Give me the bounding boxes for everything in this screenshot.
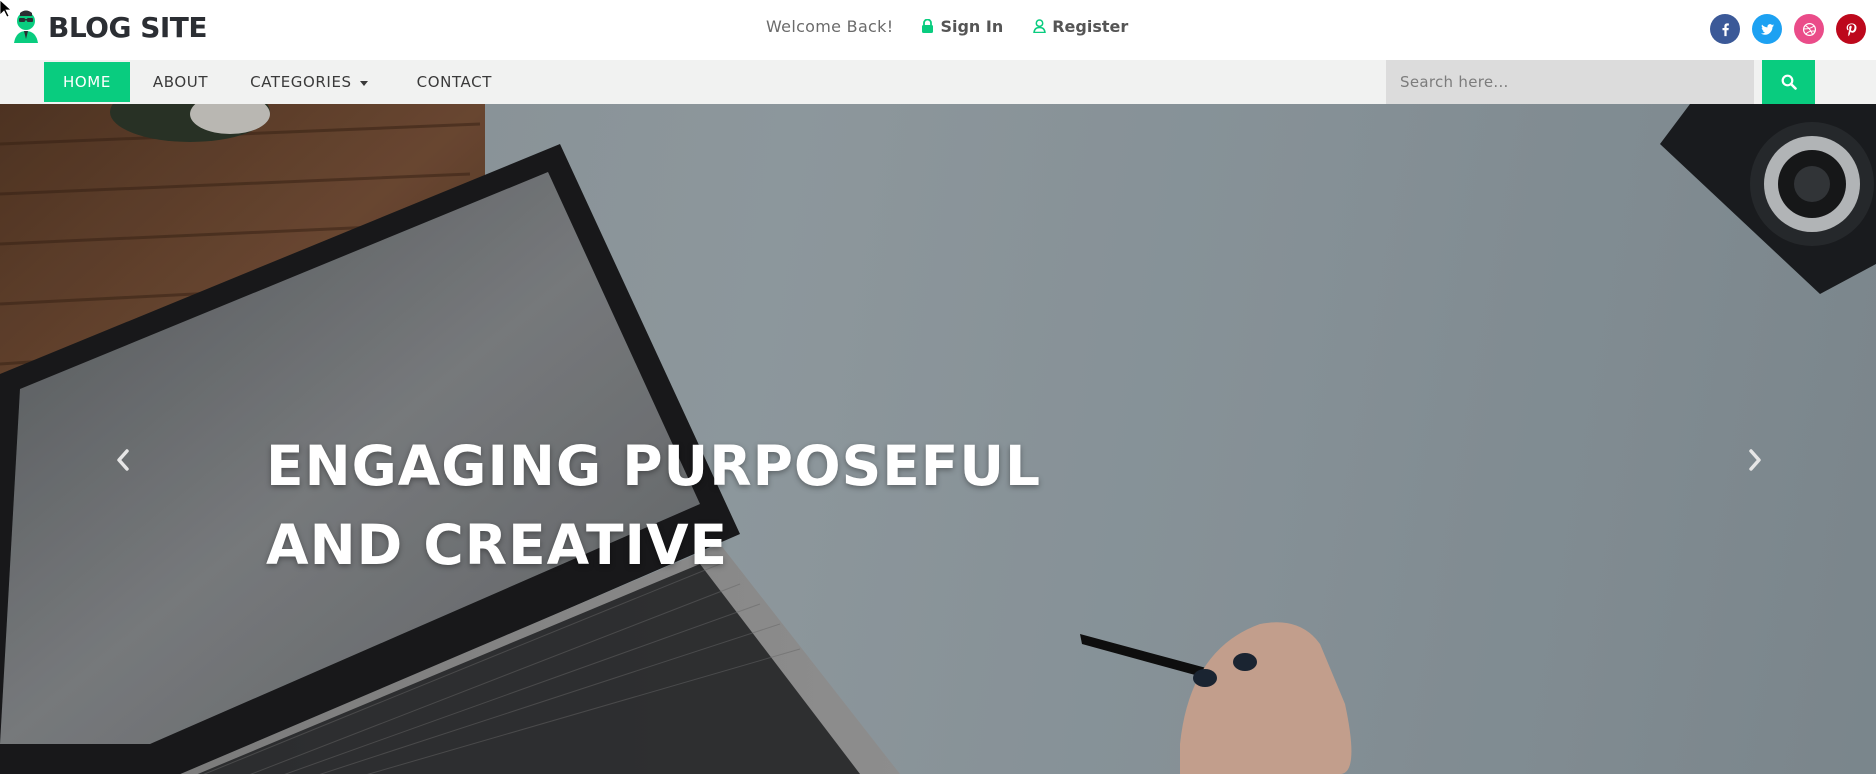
sign-in-link[interactable]: Sign In (921, 17, 1003, 36)
welcome-text: Welcome Back! (766, 16, 894, 36)
nav-menu: HOME ABOUT CATEGORIES CONTACT (44, 62, 511, 102)
register-link[interactable]: Register (1033, 17, 1128, 36)
top-header: BLOG SITE Welcome Back! Sign In Register (0, 0, 1876, 60)
site-logo-link[interactable]: BLOG SITE (10, 7, 208, 47)
nav-item-about[interactable]: ABOUT (134, 62, 227, 102)
mouse-cursor-icon (0, 0, 12, 18)
dribbble-link[interactable] (1794, 14, 1824, 44)
auth-links: Welcome Back! Sign In Register (766, 14, 1128, 38)
hero-title-line-1: ENGAGING PURPOSEFUL (266, 434, 1042, 498)
chevron-right-icon (1749, 449, 1761, 471)
twitter-icon (1760, 23, 1774, 35)
twitter-link[interactable] (1752, 14, 1782, 44)
pinterest-link[interactable] (1836, 14, 1866, 44)
nav-item-categories[interactable]: CATEGORIES (231, 62, 392, 102)
site-name: BLOG SITE (48, 10, 208, 44)
social-links (1710, 14, 1866, 44)
register-label: Register (1052, 16, 1129, 36)
nav-item-contact[interactable]: CONTACT (398, 62, 511, 102)
user-icon (1033, 19, 1047, 33)
pinterest-icon (1846, 22, 1856, 36)
search-input[interactable] (1386, 60, 1754, 104)
nav-item-categories-label: CATEGORIES (250, 73, 352, 91)
hero-title-line-2: AND CREATIVE (266, 513, 729, 577)
sign-in-label: Sign In (940, 16, 1004, 36)
dribbble-icon (1802, 22, 1816, 36)
facebook-icon (1722, 22, 1729, 36)
hero-carousel: ENGAGING PURPOSEFUL AND CREATIVE (0, 104, 1876, 774)
blogger-logo-icon (14, 10, 38, 43)
search-button[interactable] (1762, 60, 1815, 104)
search-form (1386, 60, 1815, 104)
search-icon (1781, 74, 1797, 90)
hero-title: ENGAGING PURPOSEFUL AND CREATIVE (266, 427, 1166, 585)
carousel-prev-button[interactable] (103, 440, 143, 480)
main-navbar: HOME ABOUT CATEGORIES CONTACT (0, 60, 1876, 104)
caret-down-icon (359, 80, 368, 86)
lock-icon (922, 19, 934, 33)
facebook-link[interactable] (1710, 14, 1740, 44)
carousel-next-button[interactable] (1735, 440, 1775, 480)
chevron-left-icon (117, 449, 129, 471)
nav-item-home[interactable]: HOME (44, 62, 130, 102)
